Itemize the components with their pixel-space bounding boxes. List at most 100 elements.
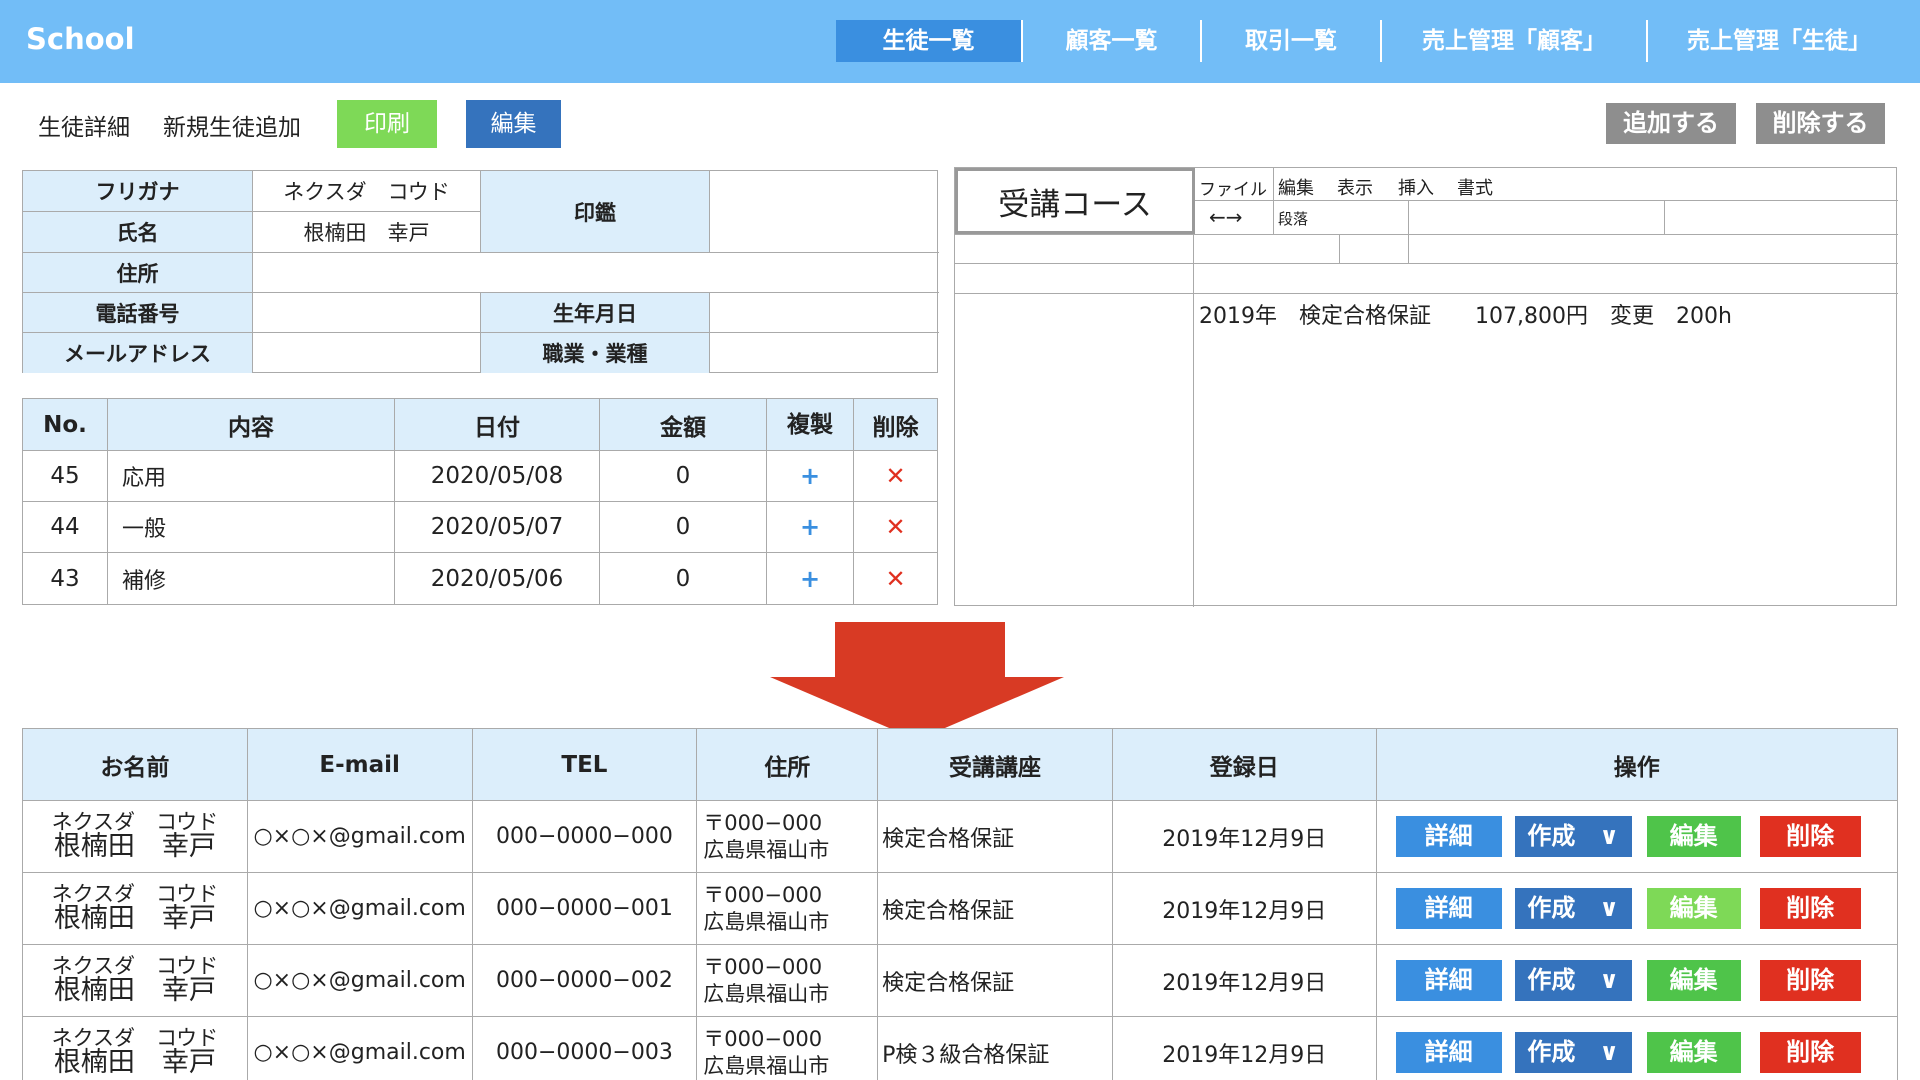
menu-edit[interactable]: 編集 [1278, 174, 1314, 200]
detail-button[interactable]: 詳細 [1395, 816, 1502, 857]
cross-icon[interactable]: ✕ [885, 565, 905, 593]
delete-row-button[interactable]: 削除 [1759, 1032, 1861, 1073]
phone-field[interactable] [253, 293, 481, 333]
delete-row-button[interactable]: 削除 [1759, 888, 1861, 929]
create-dropdown-button[interactable]: 作成 ∨ [1514, 888, 1632, 929]
address-zip: 〒000−000 [703, 955, 823, 980]
add-button[interactable]: 追加する [1606, 103, 1736, 144]
student-detail-title: 生徒詳細 [38, 115, 130, 141]
edit-button[interactable]: 編集 [466, 100, 561, 148]
row-amount: 0 [600, 451, 767, 501]
tel-cell: 000−0000−000 [473, 801, 698, 872]
app-logo[interactable]: School [26, 22, 135, 56]
delete-cross-icon[interactable]: ✕ [854, 553, 937, 604]
row-no: 43 [23, 553, 108, 604]
edit-row-button[interactable]: 編集 [1646, 816, 1741, 857]
name-kanji: 根楠田 幸戸 [53, 975, 216, 1007]
history-row: 43 補修 2020/05/06 0 + ✕ [23, 553, 937, 604]
delete-cross-icon[interactable]: ✕ [854, 451, 937, 501]
row-no: 44 [23, 502, 108, 552]
address-field[interactable] [253, 253, 939, 293]
table-row: ネクスダ コウド 根楠田 幸戸 ○×○×@gmail.com 000−0000−… [23, 945, 1897, 1017]
create-dropdown-button[interactable]: 作成 ∨ [1514, 1032, 1632, 1073]
history-row: 44 一般 2020/05/07 0 + ✕ [23, 502, 937, 553]
email-field[interactable] [253, 333, 481, 373]
course-cell: P検３級合格保証 [878, 1017, 1113, 1080]
course-cell: 検定合格保証 [878, 801, 1113, 872]
col-amount: 金額 [600, 399, 767, 450]
address-city: 広島県福山市 [703, 981, 830, 1006]
menu-file[interactable]: ファイル [1199, 175, 1267, 200]
address-zip: 〒000−000 [703, 811, 823, 836]
nav-customer-list[interactable]: 顧客一覧 [1021, 20, 1200, 62]
detail-button[interactable]: 詳細 [1395, 1032, 1502, 1073]
col-course: 受講講座 [878, 729, 1113, 800]
new-student-link[interactable]: 新規生徒追加 [163, 108, 301, 142]
birthday-label: 生年月日 [481, 293, 710, 333]
cross-icon[interactable]: ✕ [885, 462, 905, 490]
paragraph-dropdown[interactable]: 段落 [1278, 208, 1308, 229]
seal-label: 印鑑 [481, 171, 710, 253]
detail-button[interactable]: 詳細 [1395, 960, 1502, 1001]
row-amount: 0 [600, 502, 767, 552]
edit-row-button[interactable]: 編集 [1646, 960, 1741, 1001]
cross-icon[interactable]: ✕ [885, 513, 905, 541]
registered-cell: 2019年12月9日 [1113, 945, 1377, 1016]
col-delete: 削除 [872, 414, 919, 441]
width-arrows-icon[interactable]: ←→ [1209, 205, 1243, 229]
menu-insert[interactable]: 挿入 [1398, 174, 1434, 200]
nav-student-list[interactable]: 生徒一覧 [836, 20, 1021, 62]
top-header-bar: School 生徒一覧 顧客一覧 取引一覧 売上管理「顧客」 売上管理「生徒」 [0, 0, 1920, 83]
print-button[interactable]: 印刷 [337, 100, 437, 148]
actions-cell: 詳細 作成 ∨ 編集 削除 [1377, 801, 1897, 872]
row-amount: 0 [600, 553, 767, 604]
plus-icon[interactable]: + [800, 565, 820, 593]
duplicate-plus-icon[interactable]: + [767, 553, 854, 604]
col-name: お名前 [23, 729, 248, 800]
email-cell: ○×○×@gmail.com [248, 801, 473, 872]
create-dropdown-button[interactable]: 作成 ∨ [1514, 816, 1632, 857]
delete-row-button[interactable]: 削除 [1759, 960, 1861, 1001]
course-content[interactable]: 2019年 検定合格保証 107,800円 変更 200h [1199, 298, 1732, 330]
name-value[interactable]: 根楠田 幸戸 [253, 212, 481, 253]
nav-sales-student[interactable]: 売上管理「生徒」 [1646, 20, 1910, 62]
menu-view[interactable]: 表示 [1337, 174, 1373, 200]
duplicate-plus-icon[interactable]: + [767, 502, 854, 552]
address-label: 住所 [23, 253, 253, 293]
seal-field[interactable] [710, 171, 939, 253]
delete-cross-icon[interactable]: ✕ [854, 502, 937, 552]
registered-cell: 2019年12月9日 [1113, 1017, 1377, 1080]
edit-row-button[interactable]: 編集 [1646, 888, 1741, 929]
phone-label: 電話番号 [23, 293, 253, 333]
email-cell: ○×○×@gmail.com [248, 1017, 473, 1080]
birthday-field[interactable] [710, 293, 939, 333]
row-date: 2020/05/06 [395, 553, 600, 604]
nav-sales-customer[interactable]: 売上管理「顧客」 [1380, 20, 1646, 62]
plus-icon[interactable]: + [800, 513, 820, 541]
menu-format[interactable]: 書式 [1457, 174, 1493, 200]
furigana-value[interactable]: ネクスダ コウド [253, 171, 481, 212]
edit-row-button[interactable]: 編集 [1646, 1032, 1741, 1073]
row-content: 一般 [108, 502, 395, 552]
table-row: ネクスダ コウド 根楠田 幸戸 ○×○×@gmail.com 000−0000−… [23, 801, 1897, 873]
name-cell: ネクスダ コウド 根楠田 幸戸 [23, 801, 248, 872]
detail-button[interactable]: 詳細 [1395, 888, 1502, 929]
duplicate-plus-icon[interactable]: + [767, 451, 854, 501]
occupation-field[interactable] [710, 333, 939, 373]
delete-row-button[interactable]: 削除 [1759, 816, 1861, 857]
col-no: No. [23, 399, 108, 450]
create-dropdown-button[interactable]: 作成 ∨ [1514, 960, 1632, 1001]
col-address: 住所 [697, 729, 879, 800]
address-cell: 〒000−000 広島県福山市 [697, 801, 879, 872]
actions-cell: 詳細 作成 ∨ 編集 削除 [1377, 945, 1897, 1016]
nav-transaction-list[interactable]: 取引一覧 [1200, 20, 1380, 62]
plus-icon[interactable]: + [800, 462, 820, 490]
delete-button[interactable]: 削除する [1756, 103, 1885, 144]
registered-cell: 2019年12月9日 [1113, 873, 1377, 944]
name-kanji: 根楠田 幸戸 [53, 1047, 216, 1079]
address-cell: 〒000−000 広島県福山市 [697, 945, 879, 1016]
col-duplicate: 複製 [767, 399, 854, 450]
history-header-row: No. 内容 日付 金額 複製 削除 [23, 399, 937, 451]
row-no: 45 [23, 451, 108, 501]
name-cell: ネクスダ コウド 根楠田 幸戸 [23, 873, 248, 944]
